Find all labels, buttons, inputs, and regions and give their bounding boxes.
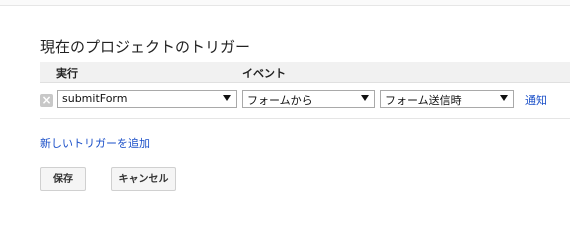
function-select-value: submitForm <box>62 92 128 105</box>
save-button[interactable]: 保存 <box>40 167 86 191</box>
event-type-select[interactable]: フォーム送信時 <box>380 90 514 108</box>
event-source-select[interactable]: フォームから <box>242 90 375 108</box>
table-row: × submitForm フォームから フォーム送信時 通知 <box>40 90 570 112</box>
header-run: 実行 <box>56 67 78 80</box>
cancel-button[interactable]: キャンセル <box>111 167 176 191</box>
dialog-title: 現在のプロジェクトのトリガー <box>40 38 251 56</box>
notification-link[interactable]: 通知 <box>525 92 547 108</box>
previous-content-cutoff <box>0 0 570 6</box>
header-event: イベント <box>242 67 286 80</box>
close-icon[interactable]: × <box>40 94 53 107</box>
event-source-select-value: フォームから <box>247 94 313 107</box>
chevron-down-icon <box>361 95 369 101</box>
row-divider <box>40 118 570 119</box>
add-trigger-link[interactable]: 新しいトリガーを追加 <box>40 135 150 151</box>
table-header: 実行 イベント <box>40 62 570 83</box>
chevron-down-icon <box>500 95 508 101</box>
function-select[interactable]: submitForm <box>57 90 237 108</box>
chevron-down-icon <box>223 95 231 101</box>
event-type-select-value: フォーム送信時 <box>385 94 462 107</box>
